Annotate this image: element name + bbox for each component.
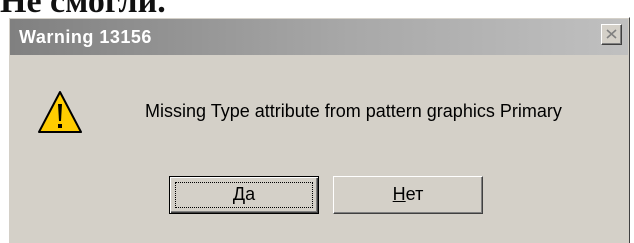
yes-button-label: Да xyxy=(232,184,256,204)
background-document-text: Не смогли. xyxy=(0,0,634,17)
yes-button[interactable]: Да xyxy=(169,176,319,214)
no-button-label: Нет xyxy=(392,184,424,204)
dialog-titlebar[interactable]: Warning 13156 xyxy=(10,19,628,55)
close-button[interactable] xyxy=(601,24,622,45)
dialog-message: Missing Type attribute from pattern grap… xyxy=(145,101,562,121)
no-button[interactable]: Нет xyxy=(333,176,483,214)
close-icon xyxy=(606,29,617,39)
warning-dialog: Warning 13156 Missing Type attribute fro… xyxy=(8,17,630,243)
warning-icon xyxy=(38,91,82,133)
dialog-title: Warning 13156 xyxy=(19,27,152,47)
